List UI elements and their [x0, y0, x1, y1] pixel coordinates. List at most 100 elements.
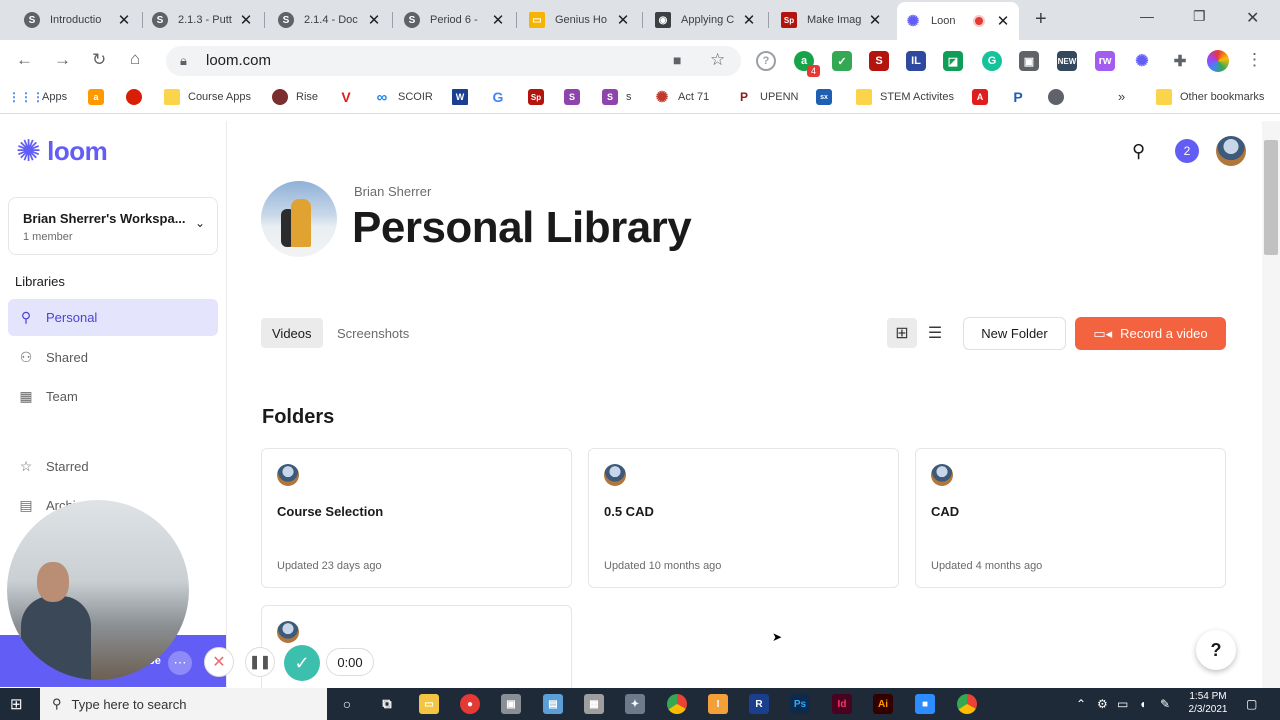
chrome-icon[interactable]	[667, 694, 687, 714]
search-icon[interactable]: ⚲	[1132, 141, 1145, 162]
cast-ext-icon[interactable]: ◪	[943, 51, 963, 71]
camera-icon[interactable]: ■	[673, 52, 681, 68]
home-icon[interactable]: ⌂	[130, 49, 140, 69]
volume-icon[interactable]: ◖	[1139, 697, 1146, 711]
bookmark-stem[interactable]: STEM Activites	[856, 89, 954, 105]
help-ext-icon[interactable]: ?	[756, 51, 776, 71]
il-ext-icon[interactable]: IL	[906, 51, 926, 71]
notification-icon[interactable]: ▢	[1246, 697, 1257, 711]
bookmark-scoir[interactable]: ∞ SCOIR	[374, 89, 433, 106]
bookmark-upenn[interactable]: P UPENN	[736, 89, 799, 105]
close-icon[interactable]: ✕	[366, 11, 382, 29]
record-video-button[interactable]: ▭◂ Record a video	[1075, 317, 1226, 350]
star-icon[interactable]: ☆	[710, 50, 725, 70]
browser-tab-active[interactable]: ✺ Loon ✕	[897, 2, 1019, 40]
close-icon[interactable]: ✕	[995, 12, 1011, 30]
screenshot-ext-icon[interactable]: ▣	[1019, 51, 1039, 71]
tab-screenshots[interactable]: Screenshots	[326, 318, 420, 348]
indesign-icon[interactable]: Id	[832, 694, 852, 714]
photoshop-icon[interactable]: Ps	[790, 694, 810, 714]
minimize-icon[interactable]: —	[1140, 8, 1154, 24]
bookmark-red[interactable]	[126, 89, 150, 105]
close-icon[interactable]: ✕	[741, 11, 757, 29]
browser-tab[interactable]: ◉ Applying C ✕	[647, 6, 765, 34]
folder-card[interactable]: Course Selection Updated 23 days ago	[261, 448, 572, 588]
bookmark-s2[interactable]: Ss	[602, 89, 632, 105]
taskbar-search[interactable]: ⚲ Type here to search	[40, 688, 327, 720]
zoom-icon[interactable]: ■	[915, 694, 935, 714]
sidebar-item-personal[interactable]: ⚲ Personal	[8, 299, 218, 336]
bookmark-act71[interactable]: ✺ Act 71	[654, 89, 709, 106]
loom-ext-icon[interactable]: ✺	[1132, 51, 1152, 71]
menu-icon[interactable]: ⋮	[1246, 50, 1263, 70]
tray-icon[interactable]: ⚙	[1097, 697, 1108, 711]
bookmark-s1[interactable]: S	[564, 89, 588, 105]
browser-tab[interactable]: S Introductio ✕	[16, 6, 140, 34]
network-icon[interactable]: ▭	[1117, 697, 1128, 711]
browser-tab[interactable]: S 2.1.3 - Putt ✕	[144, 6, 262, 34]
app-icon[interactable]: I	[708, 694, 728, 714]
bookmark-google[interactable]: G	[490, 89, 514, 105]
bookmark-apps[interactable]: ⋮⋮⋮ Apps	[8, 89, 67, 105]
checklist-ext-icon[interactable]: ✓	[832, 51, 852, 71]
folder-card[interactable]: 0.5 CAD Updated 10 months ago	[588, 448, 899, 588]
new-ext-icon[interactable]: NEW	[1057, 51, 1077, 71]
app-icon[interactable]: ▤	[543, 694, 563, 714]
new-tab-icon[interactable]: +	[1035, 8, 1047, 31]
restore-icon[interactable]: ❐	[1193, 8, 1206, 25]
new-folder-button[interactable]: New Folder	[963, 317, 1066, 350]
more-options-icon[interactable]: ⋯	[168, 651, 192, 675]
rw-ext-icon[interactable]: rw	[1095, 51, 1115, 71]
reload-icon[interactable]: ↻	[92, 50, 106, 70]
url-text[interactable]: loom.com	[206, 52, 271, 69]
revit-icon[interactable]: R	[749, 694, 769, 714]
camera-bubble[interactable]	[7, 500, 189, 680]
bookmark-sxm[interactable]: sx	[816, 89, 840, 105]
close-icon[interactable]: ✕	[238, 11, 254, 29]
finish-recording-icon[interactable]: ✓	[284, 645, 320, 681]
g-ext-icon[interactable]: G	[982, 51, 1002, 71]
close-icon[interactable]: ✕	[867, 11, 883, 29]
chrome-icon[interactable]	[957, 694, 977, 714]
folder-card[interactable]: CAD Updated 4 months ago	[915, 448, 1226, 588]
browser-tab[interactable]: S Period 6 - ✕	[396, 6, 514, 34]
bookmark-globe[interactable]	[1048, 89, 1072, 105]
file-explorer-icon[interactable]: ▭	[419, 694, 439, 714]
tab-videos[interactable]: Videos	[261, 318, 323, 348]
bookmark-v[interactable]: V	[338, 89, 362, 105]
close-icon[interactable]: ✕	[490, 11, 506, 29]
close-icon[interactable]: ✕	[116, 11, 132, 29]
browser-tab[interactable]: S 2.1.4 - Doc ✕	[270, 6, 390, 34]
bookmark-course-apps[interactable]: Course Apps	[164, 89, 251, 105]
s-ext-icon[interactable]: S	[869, 51, 889, 71]
profile-avatar[interactable]	[1207, 50, 1229, 72]
bookmark-adobe[interactable]: A	[972, 89, 996, 105]
chevron-more-icon[interactable]: »	[1118, 89, 1125, 104]
chevron-up-icon[interactable]: ⌃	[1076, 697, 1086, 711]
workspace-switcher[interactable]: Brian Sherrer's Workspa... 1 member ⌄	[8, 197, 218, 255]
close-icon[interactable]: ✕	[615, 11, 631, 29]
cancel-recording-icon[interactable]: ✕	[204, 647, 234, 677]
cortana-icon[interactable]: ○	[337, 694, 357, 714]
sidebar-item-team[interactable]: ▦ Team	[8, 378, 218, 415]
task-view-icon[interactable]: ⧉	[377, 694, 397, 714]
bookmark-p[interactable]: P	[1010, 89, 1034, 105]
pen-icon[interactable]: ✎	[1160, 697, 1170, 711]
grid-view-icon[interactable]: ⊞	[887, 318, 917, 348]
windows-start-icon[interactable]: ⊞	[10, 695, 23, 713]
app-icon[interactable]: ✦	[625, 694, 645, 714]
bookmark-other[interactable]: Other bookmarks	[1156, 89, 1264, 105]
recorder-app-icon[interactable]: ●	[460, 694, 480, 714]
close-window-icon[interactable]: ✕	[1246, 8, 1259, 28]
pause-icon[interactable]: ❚❚	[245, 647, 275, 677]
sidebar-item-starred[interactable]: ☆ Starred	[8, 448, 218, 485]
list-view-icon[interactable]: ☰	[920, 318, 950, 348]
back-icon[interactable]: ←	[16, 50, 33, 70]
puzzle-icon[interactable]: ✚	[1170, 51, 1190, 71]
clock[interactable]: 1:54 PM 2/3/2021	[1183, 690, 1233, 716]
browser-tab[interactable]: ▭ Genius Ho ✕	[521, 6, 639, 34]
loom-logo[interactable]: ✺ loom	[16, 136, 108, 167]
sidebar-item-shared[interactable]: ⚇ Shared	[8, 339, 218, 376]
forward-icon[interactable]: →	[54, 50, 71, 70]
avatar[interactable]	[1216, 136, 1246, 166]
